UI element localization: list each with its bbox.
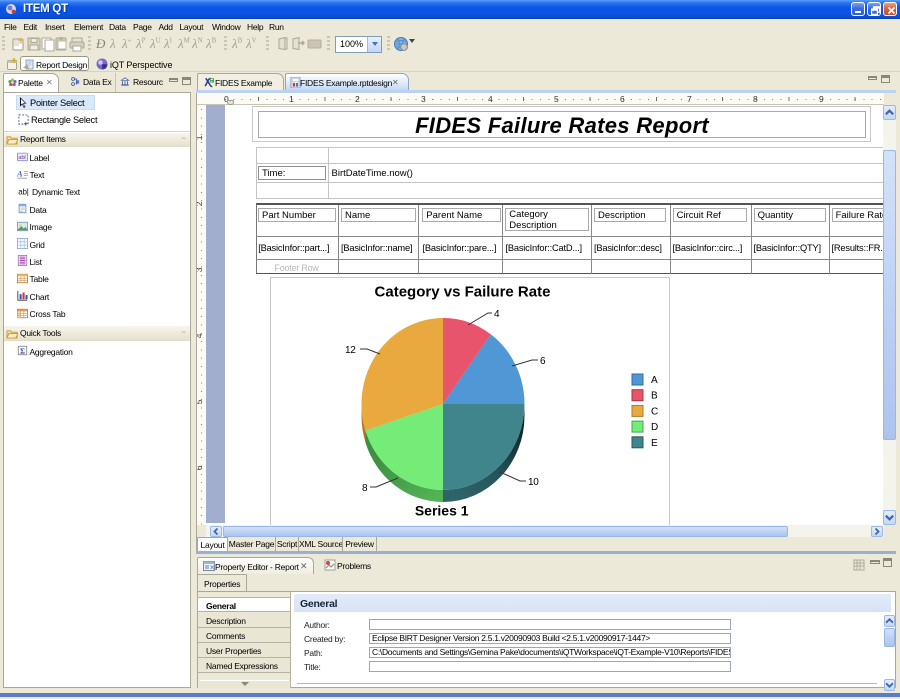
- svg-text:C: C: [651, 406, 658, 417]
- svg-text:ab|: ab|: [18, 187, 28, 196]
- svg-text:B: B: [651, 391, 658, 402]
- svg-text:10: 10: [528, 477, 539, 488]
- svg-text:12: 12: [345, 345, 356, 356]
- svg-text:Category vs Failure Rate: Category vs Failure Rate: [375, 284, 551, 301]
- svg-text:8: 8: [362, 483, 368, 494]
- svg-text:6: 6: [540, 356, 546, 367]
- svg-text:E: E: [651, 438, 658, 449]
- svg-text:A: A: [17, 169, 23, 179]
- svg-text:4: 4: [494, 309, 500, 320]
- svg-text:Σ: Σ: [20, 346, 25, 355]
- svg-text:Series 1: Series 1: [415, 503, 469, 519]
- svg-text:D: D: [651, 422, 658, 433]
- svg-text:abl: abl: [18, 155, 25, 161]
- svg-text:A: A: [651, 375, 658, 386]
